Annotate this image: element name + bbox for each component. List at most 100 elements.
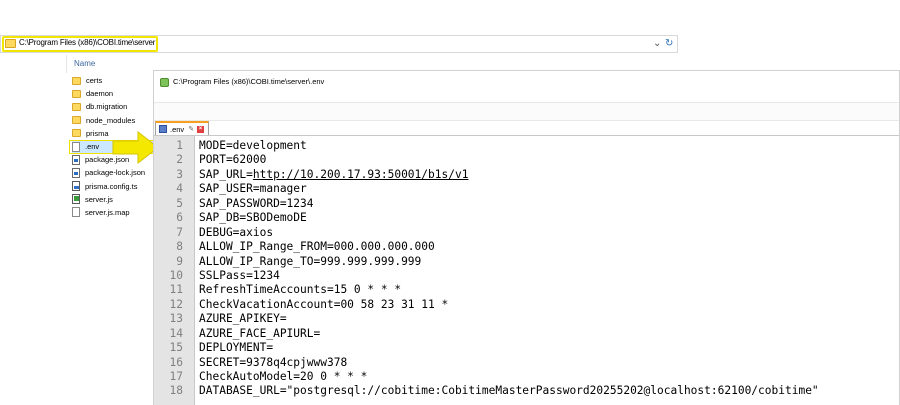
file-item[interactable]: node_modules [72,114,162,127]
code-line: 15 DEPLOYMENT= [154,341,819,355]
code-line: 16 SECRET=9378q4cpjwww378 [154,356,819,370]
code-line: 2 PORT=62000 [154,153,819,167]
save-icon [159,125,167,133]
code-text: SAP_URL=http://10.200.17.93:50001/b1s/v1 [199,168,468,182]
file-name: .env [85,142,100,152]
line-number: 17 [169,370,183,383]
file-name: db.migration [86,102,128,112]
code-text: SAP_USER=manager [199,182,307,196]
line-number: 5 [176,196,183,210]
line-number: 6 [176,211,183,225]
code-line: 9 ALLOW_IP_Range_TO=999.999.999.999 [154,255,819,269]
line-number: 14 [169,326,183,340]
address-bar[interactable]: C:\Program Files (x86)\COBI.time\server … [0,35,678,53]
folder-icon [72,76,81,85]
folder-icon [72,116,81,125]
code-text: SAP_PASSWORD=1234 [199,196,314,210]
line-number: 3 [176,167,183,181]
file-name: node_modules [86,115,136,125]
code-key: SAP_URL= [199,167,253,181]
file-name: server.js [85,194,113,204]
code-text: SAP_DB=SBODemoDE [199,211,307,225]
file-item[interactable]: daemon [72,87,162,100]
line-number: 11 [169,283,183,297]
code-line: 17 CheckAutoModel=20 0 * * * [154,370,819,384]
file-item[interactable]: server.js.map [72,206,162,219]
code-area[interactable]: 1 MODE=development 2 PORT=62000 3 SAP_URL=htt… [154,135,899,405]
code-line: 14 AZURE_FACE_APIURL= [154,327,819,341]
line-number: 9 [176,254,183,268]
name-column-header[interactable]: Name [74,59,95,68]
line-number: 7 [176,225,183,239]
code-line: 5 SAP_PASSWORD=1234 [154,197,819,211]
column-divider [66,55,67,73]
code-line: 4 SAP_USER=manager [154,182,819,196]
file-item[interactable]: prisma.config.ts [72,180,162,193]
code-line: 3 SAP_URL=http://10.200.17.93:50001/b1s/v… [154,168,819,182]
refresh-icon[interactable]: ↻ [665,37,673,50]
file-item[interactable]: package-lock.json [72,166,162,179]
file-name: server.js.map [85,207,130,217]
line-number: 18 [169,384,183,398]
line-number: 15 [169,341,183,355]
line-number: 8 [176,240,183,254]
code-line: 1 MODE=development [154,139,819,153]
screenshot-root: C:\Program Files (x86)\COBI.time\server … [0,0,900,405]
file-item[interactable]: server.js [72,193,162,206]
file-icon [72,141,80,152]
json-file-icon [72,154,80,165]
code-text: MODE=development [199,139,307,152]
line-number: 2 [176,153,183,167]
line-number: 13 [169,312,183,326]
close-icon[interactable]: × [197,125,205,133]
code-lines: 1 MODE=development 2 PORT=62000 3 SAP_URL=htt… [154,139,819,399]
code-line: 13 AZURE_APIKEY= [154,312,819,326]
ts-file-icon [72,181,80,192]
line-number: 12 [169,297,183,311]
code-text: SSLPass=1234 [199,268,280,282]
line-number: 1 [176,139,183,152]
js-file-icon [72,194,80,205]
code-text: AZURE_FACE_APIURL= [199,326,321,340]
file-name: certs [86,76,103,86]
code-text: DEPLOYMENT= [199,341,274,355]
code-text: PORT=62000 [199,153,267,167]
code-line: 11 RefreshTimeAccounts=15 0 * * * [154,283,819,297]
code-url-link[interactable]: http://10.200.17.93:50001/b1s/v1 [253,168,469,181]
editor-toolbar [154,102,899,121]
editor-window: C:\Program Files (x86)\COBI.time\server\… [153,70,900,405]
folder-icon [72,102,81,111]
code-line: 10 SSLPass=1234 [154,269,819,283]
code-line: 6 SAP_DB=SBODemoDE [154,211,819,225]
editor-titlebar: C:\Program Files (x86)\COBI.time\server\… [154,71,899,102]
folder-icon [72,129,81,138]
file-name: prisma [86,128,109,138]
code-line: 12 CheckVacationAccount=00 58 23 31 11 * [154,298,819,312]
code-line: 8 ALLOW_IP_Range_FROM=000.000.000.000 [154,240,819,254]
folder-icon [72,89,81,98]
code-text: SECRET=9378q4cpjwww378 [199,355,348,369]
code-text: DEBUG=axios [199,225,274,239]
file-name: daemon [86,89,114,99]
file-icon [72,207,80,218]
editor-title: C:\Program Files (x86)\COBI.time\server\… [173,77,325,86]
file-item[interactable]: db.migration [72,100,162,113]
code-line: 7 DEBUG=axios [154,226,819,240]
code-text: ALLOW_IP_Range_TO=999.999.999.999 [199,254,422,268]
chevron-down-icon[interactable]: ⌄ [653,38,661,50]
file-name: prisma.config.ts [85,181,138,191]
line-number: 4 [176,182,183,196]
pin-icon[interactable]: ✎ [188,125,194,133]
code-text: DATABASE_URL="postgresql://cobitime:Cobi… [199,384,819,398]
file-name: package-lock.json [85,168,146,178]
tab-env[interactable]: .env ✎ × [155,121,209,135]
line-number: 16 [169,355,183,369]
tab-label: .env [170,124,185,134]
code-text: ALLOW_IP_Range_FROM=000.000.000.000 [199,240,435,254]
file-item[interactable]: certs [72,74,162,87]
address-highlight [2,36,158,52]
code-text: CheckVacationAccount=00 58 23 31 11 * [199,297,449,311]
json-file-icon [72,167,80,178]
code-line: 18 DATABASE_URL="postgresql://cobitime:Co… [154,384,819,398]
line-number: 10 [169,268,183,282]
